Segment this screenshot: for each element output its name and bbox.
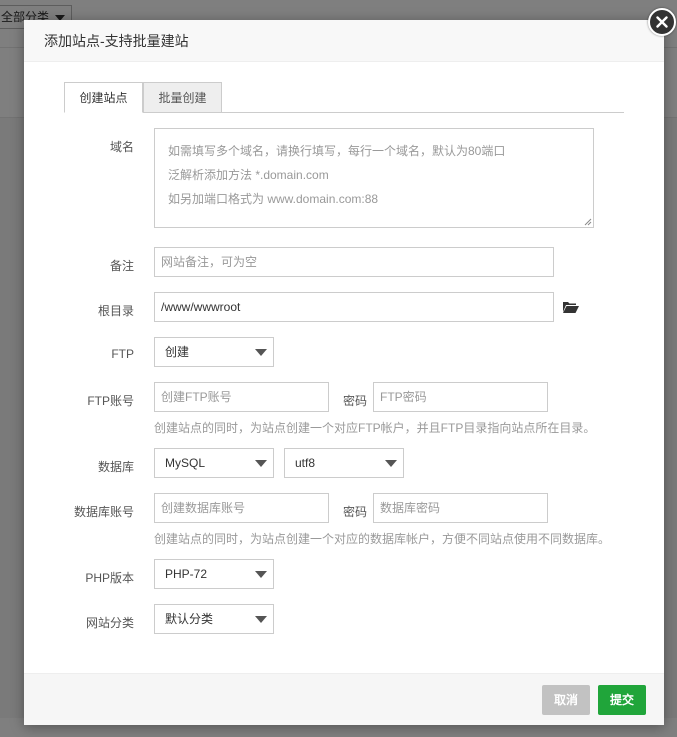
close-icon [656, 16, 668, 28]
root-dir-label: 根目录 [97, 304, 134, 318]
php-version-select[interactable]: PHP-72 [154, 559, 274, 589]
database-type-select[interactable]: MySQL [154, 448, 274, 478]
cancel-button[interactable]: 取消 [542, 685, 590, 715]
close-button[interactable] [648, 8, 676, 36]
php-version-value: PHP-72 [165, 567, 208, 581]
dialog-title: 添加站点-支持批量建站 [24, 20, 664, 62]
domain-placeholder-line-3: 如另加端口格式为 www.domain.com:88 [168, 192, 379, 206]
database-account-label: 数据库账号 [73, 505, 134, 519]
database-charset-select[interactable]: utf8 [284, 448, 404, 478]
add-site-dialog: 添加站点-支持批量建站 创建站点 批量创建 域名 如需填写多个域名，请换行填写，… [24, 20, 664, 725]
folder-open-icon[interactable] [563, 301, 579, 313]
database-password-label: 密码 [343, 505, 368, 519]
remark-input[interactable]: 网站备注，可为空 [154, 247, 554, 277]
domain-placeholder-line-1: 如需填写多个域名，请换行填写，每行一个域名，默认为80端口 [168, 144, 506, 158]
tab-bar: 创建站点 批量创建 [64, 82, 624, 113]
chevron-down-icon [255, 571, 267, 578]
database-help-text: 创建站点的同时，为站点创建一个对应的数据库帐户，方便不同站点使用不同数据库。 [154, 532, 611, 546]
tab-batch-create[interactable]: 批量创建 [143, 82, 222, 113]
ftp-select-value: 创建 [165, 345, 190, 359]
submit-button[interactable]: 提交 [598, 685, 646, 715]
database-password-input[interactable]: 数据库密码 [373, 493, 548, 523]
resize-handle-icon[interactable] [584, 218, 592, 226]
database-charset-value: utf8 [295, 456, 316, 470]
database-username-input[interactable]: 创建数据库账号 [154, 493, 329, 523]
domain-label: 域名 [109, 140, 134, 154]
domain-textarea[interactable]: 如需填写多个域名，请换行填写，每行一个域名，默认为80端口 泛解析添加方法 *.… [154, 128, 594, 228]
root-dir-input[interactable]: /www/wwwroot [154, 292, 554, 322]
tab-create-site[interactable]: 创建站点 [64, 82, 143, 113]
ftp-account-label: FTP账号 [87, 394, 134, 408]
ftp-label: FTP [111, 347, 134, 361]
site-category-value: 默认分类 [165, 612, 214, 626]
database-label: 数据库 [97, 460, 134, 474]
php-version-label: PHP版本 [85, 571, 134, 585]
chevron-down-icon [255, 616, 267, 623]
site-category-select[interactable]: 默认分类 [154, 604, 274, 634]
chevron-down-icon [255, 460, 267, 467]
dialog-footer: 取消 提交 [24, 673, 664, 725]
site-category-label: 网站分类 [85, 616, 134, 630]
domain-placeholder-line-2: 泛解析添加方法 *.domain.com [168, 168, 329, 182]
chevron-down-icon [385, 460, 397, 467]
database-type-value: MySQL [165, 456, 206, 470]
remark-label: 备注 [109, 259, 134, 273]
ftp-help-text: 创建站点的同时，为站点创建一个对应FTP帐户，并且FTP目录指向站点所在目录。 [154, 421, 596, 435]
chevron-down-icon [255, 349, 267, 356]
ftp-select[interactable]: 创建 [154, 337, 274, 367]
ftp-password-input[interactable]: FTP密码 [373, 382, 548, 412]
ftp-username-input[interactable]: 创建FTP账号 [154, 382, 329, 412]
ftp-password-label: 密码 [343, 394, 368, 408]
